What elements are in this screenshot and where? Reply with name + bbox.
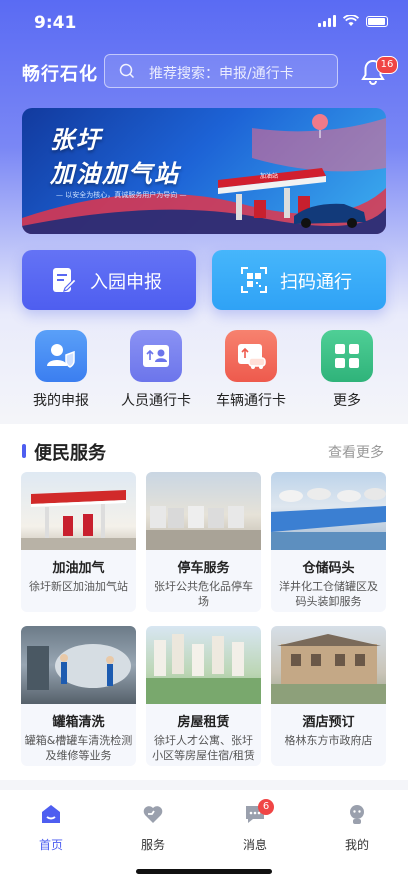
card-title: 酒店预订 bbox=[302, 715, 355, 730]
qr-scan-icon bbox=[241, 267, 267, 293]
wifi-icon bbox=[343, 15, 359, 26]
status-time: 9:41 bbox=[34, 13, 77, 33]
grid-icon bbox=[335, 344, 359, 368]
housing-estate-photo bbox=[146, 634, 261, 704]
notification-badge: 16 bbox=[376, 56, 398, 74]
tab-label: 服务 bbox=[140, 838, 165, 852]
storage-image bbox=[271, 472, 386, 550]
hotel-image bbox=[271, 626, 386, 704]
card-title: 罐箱清洗 bbox=[52, 715, 105, 730]
storage-terminal-photo bbox=[271, 488, 386, 550]
user-shield-icon bbox=[47, 344, 75, 368]
banner-title-line1: 张圩 bbox=[50, 126, 102, 154]
tab-label: 消息 bbox=[242, 838, 267, 852]
app-title: 畅行石化 bbox=[22, 64, 98, 85]
service-card-housing[interactable]: 房屋租赁 徐圩人才公寓、张圩小区等房屋住宿/租赁 bbox=[146, 626, 261, 766]
card-description: 张圩公共危化品停车场 bbox=[154, 580, 253, 608]
quick-link-label: 人员通行卡 bbox=[121, 393, 191, 409]
home-icon bbox=[42, 805, 60, 823]
scan-pass-button[interactable]: 扫码通行 bbox=[212, 250, 386, 310]
quick-icon-bg bbox=[225, 330, 277, 382]
quick-link-label: 车辆通行卡 bbox=[216, 393, 286, 409]
quick-link-my-declarations[interactable]: 我的申报 bbox=[21, 330, 101, 410]
user-icon bbox=[350, 805, 364, 824]
service-card-storage[interactable]: 仓储码头 洋井化工仓储罐区及码头装卸服务 bbox=[271, 472, 386, 612]
status-icons bbox=[318, 15, 388, 27]
promo-banner[interactable]: 张圩 加油加气站 — 以安全为核心，真诚服务用户为导向 — 加油站 bbox=[22, 108, 386, 234]
messages-badge: 6 bbox=[258, 799, 274, 815]
housing-image bbox=[146, 626, 261, 704]
fuel-station-image bbox=[21, 472, 136, 550]
tab-label: 首页 bbox=[38, 838, 63, 852]
service-card-parking[interactable]: 停车服务 张圩公共危化品停车场 bbox=[146, 472, 261, 612]
section-title: 便民服务 bbox=[34, 443, 106, 464]
battery-icon bbox=[366, 15, 388, 27]
home-indicator bbox=[136, 869, 272, 874]
card-description: 格林东方市政府店 bbox=[284, 734, 373, 747]
tab-label: 我的 bbox=[344, 838, 369, 852]
card-title: 加油加气 bbox=[52, 561, 105, 576]
search-icon bbox=[119, 63, 135, 79]
quick-link-label: 我的申报 bbox=[33, 393, 89, 409]
edit-document-icon bbox=[53, 268, 77, 292]
quick-icon-bg bbox=[130, 330, 182, 382]
service-card-tank-cleaning[interactable]: 罐箱清洗 罐箱&槽罐车清洗检测及维修等业务 bbox=[21, 626, 136, 766]
service-heart-icon bbox=[143, 806, 163, 823]
scan-pass-label: 扫码通行 bbox=[280, 272, 352, 293]
banner-title-line2: 加油加气站 bbox=[50, 160, 180, 188]
card-title: 房屋租赁 bbox=[177, 715, 230, 730]
view-more-link[interactable]: 查看更多 bbox=[328, 442, 384, 462]
station-sign: 加油站 bbox=[260, 173, 279, 180]
card-description: 罐箱&槽罐车清洗检测及维修等业务 bbox=[24, 734, 133, 762]
card-title: 仓储码头 bbox=[302, 561, 355, 576]
banner-slogan: — 以安全为核心，真诚服务用户为导向 — bbox=[56, 191, 187, 199]
declare-label: 入园申报 bbox=[90, 272, 162, 293]
section-accent-bar bbox=[22, 444, 26, 458]
car-card-icon bbox=[238, 344, 266, 369]
top-header: 畅行石化 推荐搜索：申报/通行卡 16 bbox=[0, 50, 408, 94]
tank-cleaning-image bbox=[21, 626, 136, 704]
service-card-fuel[interactable]: 加油加气 徐圩新区加油加气站 bbox=[21, 472, 136, 612]
hotel-photo bbox=[271, 634, 386, 704]
quick-link-person-pass[interactable]: 人员通行卡 bbox=[116, 330, 196, 410]
card-description: 徐圩新区加油加气站 bbox=[29, 580, 128, 593]
tab-messages[interactable]: 消息 bbox=[225, 802, 285, 853]
parking-lot-photo bbox=[146, 506, 261, 550]
quick-link-more[interactable]: 更多 bbox=[307, 330, 387, 410]
signal-icon bbox=[318, 15, 336, 27]
tab-home[interactable]: 首页 bbox=[21, 802, 81, 853]
declare-button[interactable]: 入园申报 bbox=[22, 250, 196, 310]
services-section: 便民服务 查看更多 加油加气 徐圩新区加油加气站 停车服务 张圩公共危化品停车场… bbox=[0, 424, 408, 780]
tab-service[interactable]: 服务 bbox=[123, 802, 183, 853]
quick-link-label: 更多 bbox=[333, 393, 361, 409]
search-placeholder: 推荐搜索：申报/通行卡 bbox=[149, 66, 294, 82]
person-card-icon bbox=[143, 345, 169, 367]
service-card-hotel[interactable]: 酒店预订 格林东方市政府店 bbox=[271, 626, 386, 766]
parking-image bbox=[146, 472, 261, 550]
quick-icon-bg bbox=[321, 330, 373, 382]
search-input[interactable]: 推荐搜索：申报/通行卡 bbox=[104, 54, 338, 88]
fuel-station-photo bbox=[21, 490, 136, 550]
tank-cleaning-photo bbox=[27, 644, 131, 690]
card-description: 徐圩人才公寓、张圩小区等房屋住宿/租赁 bbox=[152, 734, 255, 762]
quick-link-vehicle-pass[interactable]: 车辆通行卡 bbox=[211, 330, 291, 410]
quick-icon-bg bbox=[35, 330, 87, 382]
tab-me[interactable]: 我的 bbox=[327, 802, 387, 853]
card-title: 停车服务 bbox=[177, 561, 230, 576]
card-description: 洋井化工仓储罐区及码头装卸服务 bbox=[279, 580, 378, 608]
status-bar: 9:41 bbox=[0, 0, 408, 44]
